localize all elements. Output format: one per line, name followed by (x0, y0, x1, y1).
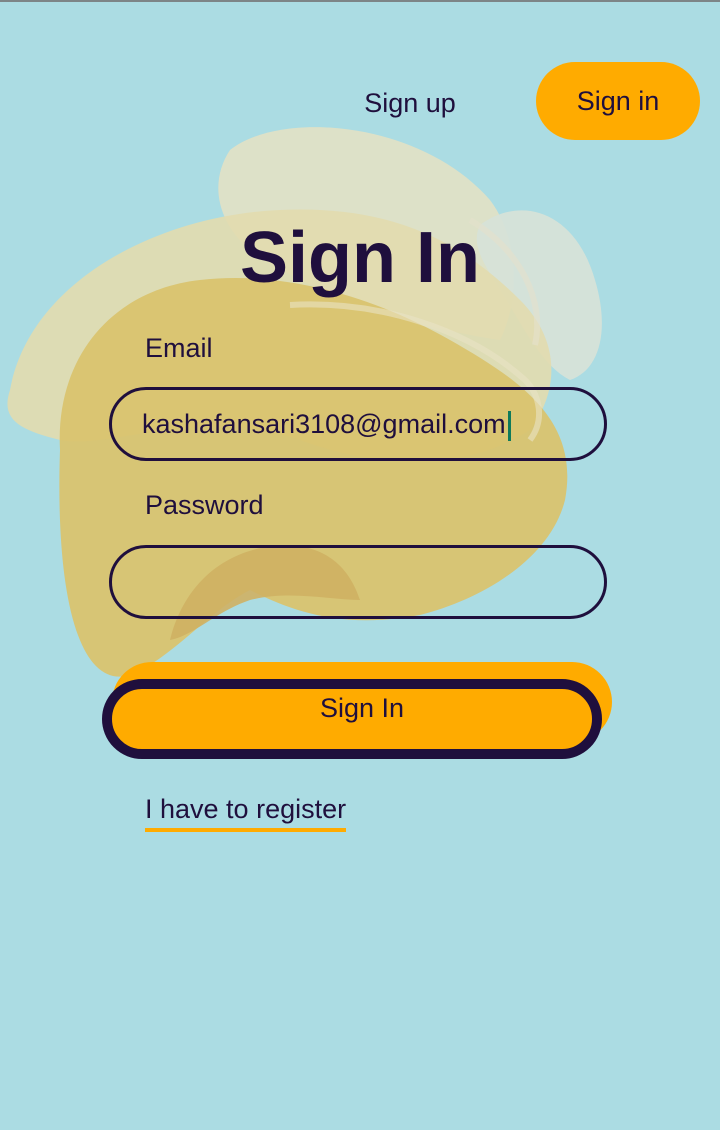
password-field[interactable] (109, 545, 607, 619)
email-field[interactable]: kashafansari3108@gmail.com (109, 387, 607, 461)
register-link[interactable]: I have to register (145, 792, 347, 832)
submit-button-label[interactable]: Sign In (112, 686, 612, 730)
email-value-wrapper: kashafansari3108@gmail.com (142, 390, 511, 458)
password-label: Password (145, 490, 264, 520)
nav-signin-button[interactable]: Sign in (536, 62, 700, 140)
status-divider (0, 0, 720, 2)
text-caret (507, 410, 511, 441)
email-label: Email (145, 333, 213, 363)
nav-signup-link[interactable]: Sign up (350, 78, 470, 128)
page-title: Sign In (240, 218, 480, 298)
email-value: kashafansari3108@gmail.com (142, 409, 506, 439)
